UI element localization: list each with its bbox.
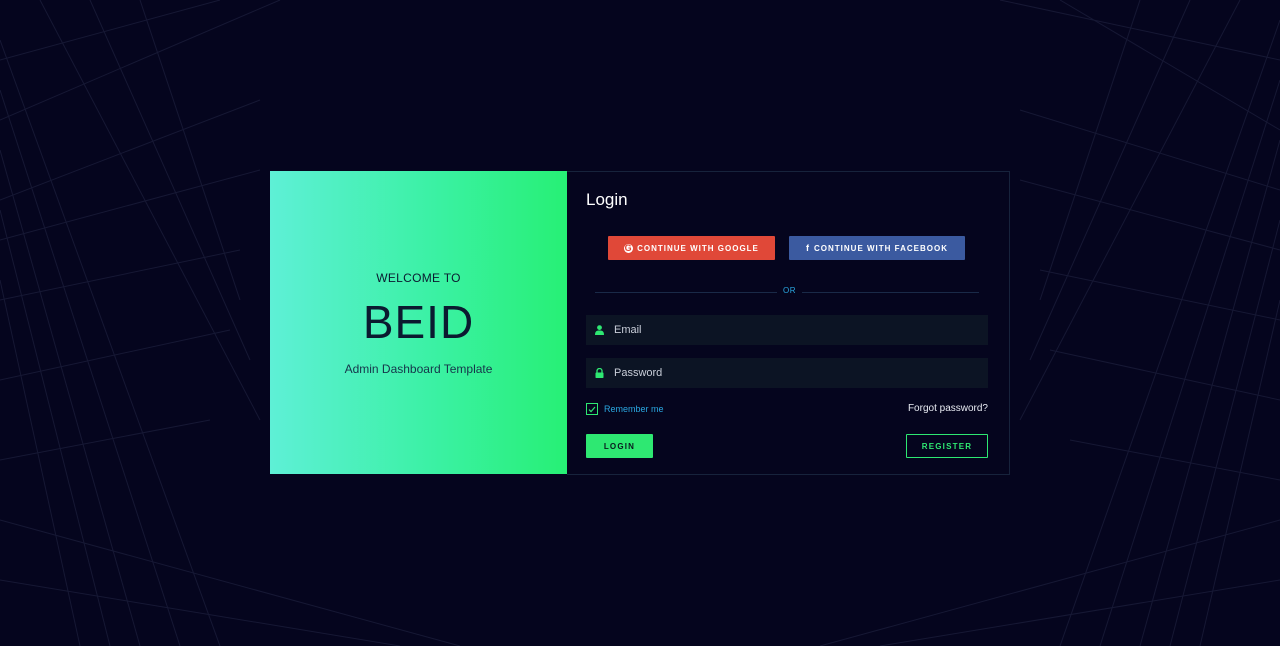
- email-field: [586, 315, 988, 345]
- brand-tagline: Admin Dashboard Template: [344, 362, 493, 376]
- google-icon: G: [624, 242, 634, 253]
- user-icon: [586, 325, 612, 335]
- login-card: WELCOME TO BEID Admin Dashboard Template…: [270, 171, 1010, 475]
- lock-icon: [586, 368, 612, 378]
- google-button-label: CONTINUE WITH GOOGLE: [637, 243, 759, 253]
- welcome-text: WELCOME TO: [376, 271, 461, 285]
- login-form-panel: Login G CONTINUE WITH GOOGLE f CONTINUE …: [567, 171, 1010, 475]
- password-input[interactable]: [612, 366, 976, 380]
- remember-me-label: Remember me: [604, 404, 664, 414]
- continue-with-facebook-button[interactable]: f CONTINUE WITH FACEBOOK: [789, 236, 965, 260]
- remember-me-checkbox[interactable]: Remember me: [586, 403, 664, 415]
- register-button[interactable]: REGISTER: [906, 434, 988, 458]
- continue-with-google-button[interactable]: G CONTINUE WITH GOOGLE: [608, 236, 775, 260]
- facebook-button-label: CONTINUE WITH FACEBOOK: [814, 243, 948, 253]
- check-icon: [586, 403, 598, 415]
- brand-panel: WELCOME TO BEID Admin Dashboard Template: [270, 171, 567, 474]
- form-title: Login: [586, 190, 628, 209]
- brand-name: BEID: [362, 296, 475, 348]
- email-input[interactable]: [612, 323, 976, 337]
- login-button[interactable]: LOGIN: [586, 434, 653, 458]
- facebook-icon: f: [806, 243, 810, 253]
- password-field: [586, 358, 988, 388]
- page-background: WELCOME TO BEID Admin Dashboard Template…: [0, 0, 1280, 646]
- forgot-password-link[interactable]: Forgot password?: [908, 403, 988, 414]
- or-label: OR: [777, 286, 802, 295]
